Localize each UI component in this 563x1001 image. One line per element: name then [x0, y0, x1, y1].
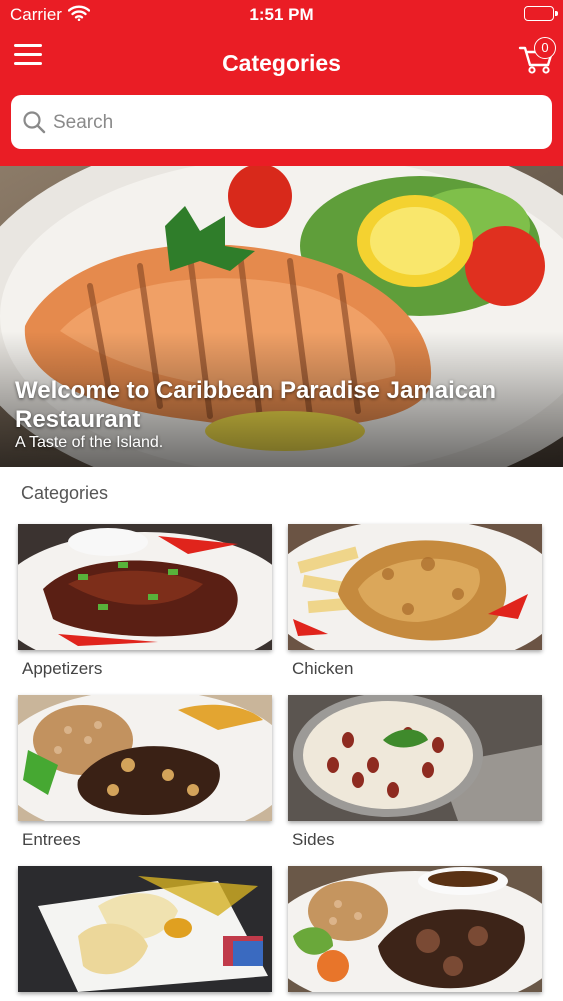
category-image: [288, 695, 542, 821]
category-image: [18, 866, 272, 992]
category-card-chicken[interactable]: Chicken: [288, 524, 542, 679]
category-image: [18, 695, 272, 821]
category-image: [288, 524, 542, 650]
category-label: Appetizers: [22, 659, 103, 678]
status-bar: Carrier 1:51 PM: [0, 0, 563, 30]
search-bar: [11, 95, 552, 149]
category-label: Sides: [292, 830, 335, 849]
categories-heading: Categories: [21, 483, 109, 503]
category-label: Entrees: [22, 830, 81, 849]
hero-title: Welcome to Caribbean Paradise Jamaican R…: [15, 377, 497, 433]
category-card-5[interactable]: [18, 866, 272, 1001]
category-label: Chicken: [292, 659, 354, 678]
battery-icon: [524, 6, 558, 21]
category-card-6[interactable]: [288, 866, 542, 1001]
page-title: Categories: [222, 50, 341, 76]
clock: 1:51 PM: [249, 5, 314, 24]
app-header: Carrier 1:51 PM Categories 0: [0, 0, 563, 166]
category-card-entrees[interactable]: Entrees: [18, 695, 272, 850]
cart-count-badge: 0: [534, 37, 556, 59]
category-image: [18, 524, 272, 650]
category-card-sides[interactable]: Sides: [288, 695, 542, 850]
category-card-appetizers[interactable]: Appetizers: [18, 524, 272, 679]
hero-subtitle: A Taste of the Island.: [15, 434, 164, 451]
category-image: [288, 866, 542, 992]
search-icon: [22, 110, 46, 139]
search-input[interactable]: [51, 104, 535, 142]
